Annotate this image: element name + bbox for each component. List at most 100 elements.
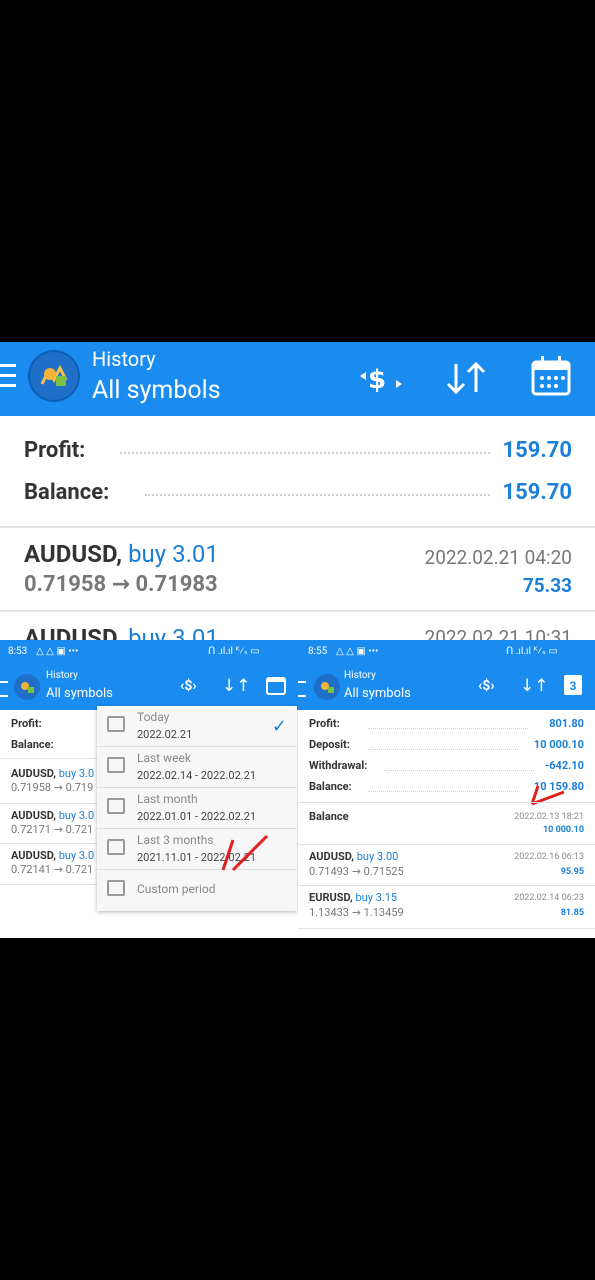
- balance-entry-value: 10 000.10: [543, 825, 584, 835]
- profit-label: Profit:: [11, 717, 42, 730]
- calendar-icon: [107, 839, 125, 855]
- divider: [298, 928, 595, 929]
- deal-symbol: AUDUSD, buy 3.01: [24, 540, 219, 568]
- deal-row[interactable]: AUDUSD, buy 3.0 0.72171 → 0.721: [0, 809, 100, 841]
- deal-time: 2022.02.16 06:13: [514, 852, 584, 862]
- currency-filter-icon[interactable]: ‹$›: [180, 678, 197, 694]
- status-time: 8:55: [308, 646, 328, 657]
- status-icons: △ △ ▣ •••: [336, 646, 379, 657]
- annotation-arrow-icon: [221, 834, 269, 872]
- balance-value: 159.70: [502, 480, 573, 505]
- app-logo-icon: [14, 674, 40, 700]
- deal-time: 2022.02.14 06:23: [514, 893, 584, 903]
- check-icon: ✓: [271, 716, 287, 737]
- deal-prices: 0.71958 → 0.71983: [24, 572, 218, 597]
- balance-entry-row[interactable]: Balance 2022.02.13 18:21 10 000.10: [298, 806, 595, 842]
- menu-item-label: Last week: [137, 751, 191, 765]
- menu-item-range: 2022.02.14 - 2022.02.21: [137, 769, 257, 782]
- menu-item-label: Last month: [137, 792, 198, 806]
- balance-label: Balance:: [11, 738, 54, 751]
- toolbar-title: History: [92, 347, 156, 371]
- divider: [298, 802, 595, 803]
- deal-row[interactable]: AUDUSD, buy 3.0 0.71958 → 0.719: [0, 767, 100, 799]
- sort-icon[interactable]: [444, 360, 488, 396]
- calendar-icon: [107, 798, 125, 814]
- toolbar-subtitle[interactable]: All symbols: [344, 686, 411, 701]
- profit-label: Profit:: [309, 717, 340, 730]
- deposit-value: 10 000.10: [533, 738, 584, 751]
- calendar-icon[interactable]: 3: [564, 675, 582, 695]
- profit-label: Profit:: [24, 438, 86, 463]
- sort-icon[interactable]: ↓↑: [222, 676, 251, 696]
- dotted-leader: [368, 728, 528, 729]
- menu-icon[interactable]: [298, 681, 306, 697]
- menu-item-label: Custom period: [137, 882, 216, 896]
- deal-symbol: AUDUSD, buy 3.0: [11, 809, 95, 822]
- withdrawal-value: -642.10: [544, 759, 584, 772]
- status-right-icons: ᑎ .ıl.ıl ᴷ⁄ₛ ▭: [208, 646, 260, 657]
- withdrawal-label: Withdrawal:: [309, 759, 368, 772]
- deal-row[interactable]: AUDUSD, buy 3.00 0.71493 → 0.71525 2022.…: [298, 850, 595, 884]
- balance-label: Balance:: [309, 780, 352, 793]
- deal-prices: 0.71493 → 0.71525: [309, 865, 404, 878]
- calendar-icon: [107, 716, 125, 732]
- menu-item-today[interactable]: Today 2022.02.21 ✓: [97, 706, 297, 747]
- deal-row[interactable]: AUDUSD, buy 3.0 0.72141 → 0.721: [0, 849, 100, 881]
- deal-profit: 81.85: [560, 908, 584, 918]
- deal-prices: 0.72171 → 0.721: [11, 823, 94, 836]
- dotted-leader: [368, 791, 518, 792]
- menu-item-range: 2022.01.01 - 2022.02.21: [137, 810, 257, 823]
- status-bar: 8:53 △ △ ▣ ••• ᑎ .ıl.ıl ᴷ⁄ₛ ▭: [0, 640, 298, 666]
- sort-icon[interactable]: ↓↑: [520, 676, 549, 696]
- toolbar-subtitle[interactable]: All symbols: [92, 376, 221, 405]
- status-right-icons: ᑎ .ıl.ıl ᴷ⁄ₛ ▭: [506, 646, 558, 657]
- period-menu: Today 2022.02.21 ✓ Last week 2022.02.14 …: [97, 706, 297, 911]
- divider: [298, 885, 595, 886]
- app-logo-icon: [28, 350, 80, 402]
- toolbar-title: History: [344, 670, 376, 681]
- deal-prices: 0.72141 → 0.721: [11, 863, 94, 876]
- deposit-label: Deposit:: [309, 738, 350, 751]
- deal-row[interactable]: AUDUSD, buy 3.01 2022.02.21 10:31: [0, 612, 595, 642]
- menu-icon[interactable]: [0, 681, 8, 697]
- balance-entry-label: Balance: [309, 810, 349, 823]
- currency-filter-icon[interactable]: ‹$›: [478, 678, 495, 694]
- deal-time: 2022.02.21 04:20: [424, 546, 572, 569]
- calendar-icon: [107, 757, 125, 773]
- menu-item-last-month[interactable]: Last month 2022.01.01 - 2022.02.21: [97, 788, 297, 829]
- right-history-screen: 8:55 △ △ ▣ ••• ᑎ .ıl.ıl ᴷ⁄ₛ ▭ History Al…: [298, 640, 595, 938]
- profit-value: 801.80: [549, 717, 584, 730]
- toolbar-subtitle[interactable]: All symbols: [46, 686, 113, 701]
- dotted-leader: [120, 452, 490, 454]
- dotted-leader: [145, 494, 490, 496]
- annotation-arrow-icon: [530, 785, 565, 806]
- toolbar: History All symbols $: [0, 342, 595, 416]
- menu-item-label: Last 3 months: [137, 833, 214, 847]
- svg-text:$: $: [368, 365, 386, 395]
- deal-symbol: AUDUSD, buy 3.0: [11, 849, 95, 862]
- status-bar: 8:55 △ △ ▣ ••• ᑎ .ıl.ıl ᴷ⁄ₛ ▭: [298, 640, 595, 666]
- calendar-icon[interactable]: [266, 675, 286, 695]
- deal-prices: 0.71958 → 0.719: [11, 781, 94, 794]
- menu-icon[interactable]: [0, 364, 16, 388]
- profit-value: 159.70: [502, 438, 573, 463]
- menu-item-last-week[interactable]: Last week 2022.02.14 - 2022.02.21: [97, 747, 297, 788]
- balance-entry-time: 2022.02.13 18:21: [514, 812, 584, 822]
- deal-prices: 1.13433 → 1.13459: [309, 906, 404, 919]
- menu-item-custom-period[interactable]: Custom period: [97, 870, 297, 910]
- currency-filter-icon[interactable]: $: [358, 362, 404, 396]
- main-history-screen: History All symbols $ Profit: 159.70 Bal…: [0, 342, 595, 642]
- menu-item-label: Today: [137, 710, 170, 724]
- deal-row[interactable]: AUDUSD, buy 3.01 0.71958 → 0.71983 2022.…: [0, 528, 595, 610]
- toolbar: History All symbols ‹$› ↓↑ 3: [298, 666, 595, 710]
- dotted-leader: [368, 749, 518, 750]
- app-logo-icon: [314, 674, 340, 700]
- status-icons: △ △ ▣ •••: [36, 646, 79, 657]
- toolbar-title: History: [46, 670, 78, 681]
- deal-symbol: EURUSD, buy 3.15: [309, 891, 398, 904]
- deal-symbol: AUDUSD, buy 3.0: [11, 767, 95, 780]
- calendar-icon[interactable]: [530, 354, 572, 398]
- toolbar: History All symbols ‹$› ↓↑: [0, 666, 298, 710]
- deal-symbol: AUDUSD, buy 3.00: [309, 850, 399, 863]
- deal-row[interactable]: EURUSD, buy 3.15 1.13433 → 1.13459 2022.…: [298, 891, 595, 925]
